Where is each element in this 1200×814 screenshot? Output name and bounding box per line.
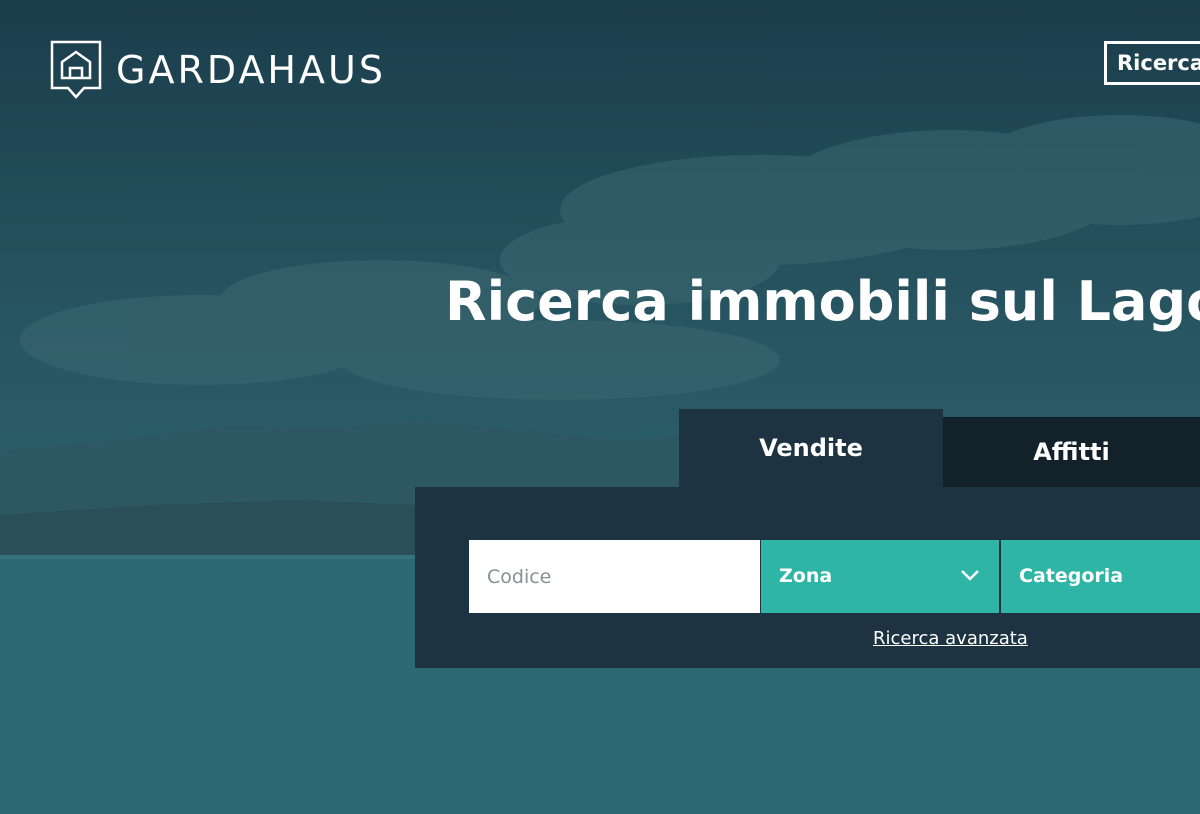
lake-landscape-image: [0, 115, 1200, 814]
tab-affitti[interactable]: Affitti: [943, 417, 1200, 487]
advanced-search-link[interactable]: Ricerca avanzata: [873, 628, 1028, 649]
code-search-input[interactable]: [469, 540, 760, 613]
header-search-button[interactable]: Ricerca: [1104, 41, 1200, 85]
tab-vendite[interactable]: Vendite: [679, 409, 943, 489]
category-select-label: Categoria: [1019, 565, 1124, 587]
chevron-down-icon[interactable]: [960, 568, 980, 582]
category-select[interactable]: Categoria: [1001, 540, 1200, 613]
brand-logo[interactable]: GARDAHAUS: [50, 40, 386, 100]
brand-name: GARDAHAUS: [116, 48, 386, 92]
page-title: Ricerca immobili sul Lago: [445, 270, 1200, 333]
hero-background: [0, 0, 1200, 814]
house-pin-icon: [50, 40, 102, 99]
zone-select-label: Zona: [779, 565, 833, 587]
